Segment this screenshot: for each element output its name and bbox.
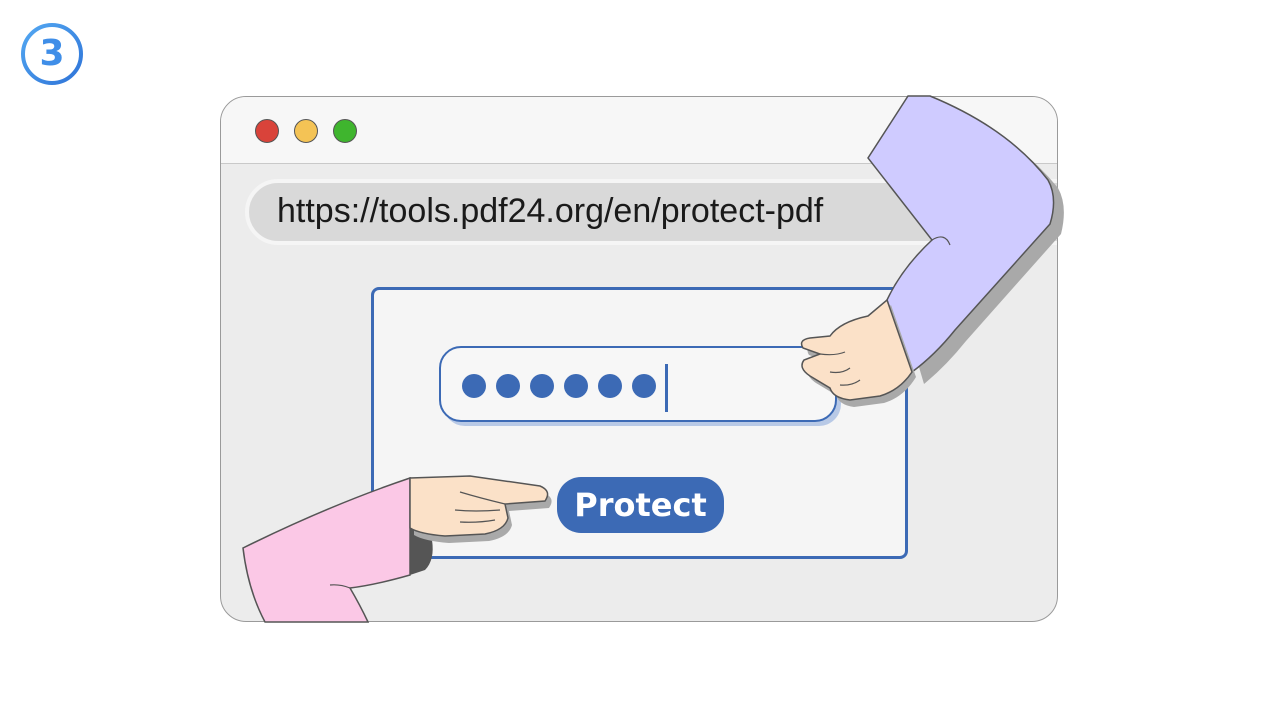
hands-illustration: [242, 95, 1064, 623]
right-hand-illustration: [800, 95, 1064, 407]
left-hand-illustration: [242, 475, 552, 623]
